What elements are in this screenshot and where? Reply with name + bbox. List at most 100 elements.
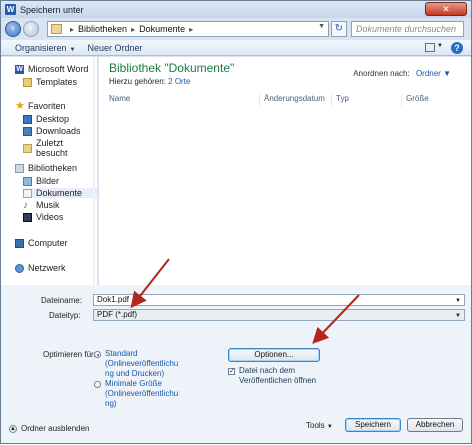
arrange-label: Anordnen nach: <box>353 69 410 78</box>
nav-item-desktop[interactable]: Desktop <box>23 114 69 124</box>
nav-item-computer[interactable]: Computer <box>15 238 68 248</box>
radio-minimum-size-label[interactable]: Minimale Größe (Onlineveröffentlichu ng) <box>105 379 178 409</box>
navigation-pane: W Microsoft Word Templates ★ Favoriten Des… <box>1 57 98 285</box>
organize-menu[interactable]: Organisieren ▼ <box>15 43 75 53</box>
chevron-right-icon[interactable]: ▸ <box>70 25 74 34</box>
breadcrumb-libraries[interactable]: Bibliotheken <box>78 24 127 34</box>
dialog-title: Speichern unter <box>20 4 84 15</box>
tools-menu[interactable]: Tools ▼ <box>306 421 333 430</box>
network-icon <box>15 263 24 273</box>
library-icon <box>15 163 24 173</box>
chevron-down-icon: ▼ <box>69 46 76 53</box>
nav-label: Dokumente <box>36 188 83 198</box>
save-form: Dateiname: Dok1.pdf ▼ Dateityp: PDF (*.p… <box>1 285 471 443</box>
nav-label: Netzwerk <box>28 263 66 273</box>
view-mode-icon[interactable] <box>425 43 435 52</box>
arrange-value: Ordner <box>415 69 441 78</box>
download-icon <box>23 126 32 136</box>
library-includes: Hierzu gehören: 2 Orte <box>109 77 190 86</box>
filetype-label: Dateityp: <box>49 311 81 320</box>
title-bar: W Speichern unter ✕ <box>1 1 471 18</box>
radio-standard-label[interactable]: Standard (Onlineveröffentlichu ng und Dr… <box>105 349 178 379</box>
documents-icon <box>23 188 32 198</box>
radio-standard-line: Standard <box>105 349 138 358</box>
command-bar: Organisieren ▼ Neuer Ordner ▼ ? <box>1 40 471 56</box>
tools-label: Tools <box>306 421 325 430</box>
nav-label: Templates <box>36 77 78 87</box>
open-after-publish-checkbox[interactable]: ✓ <box>228 368 235 375</box>
breadcrumb-documents[interactable]: Dokumente <box>139 24 185 34</box>
save-as-dialog: W Speichern unter ✕ ‹ › ▸ Bibliotheken ▸… <box>0 0 472 444</box>
optimize-label: Optimieren für: <box>43 350 96 359</box>
nav-label: Bilder <box>36 176 60 186</box>
chevron-right-icon[interactable]: ▸ <box>131 25 135 34</box>
nav-item-music[interactable]: ♪ Musik <box>23 200 60 210</box>
desktop-icon <box>23 114 32 124</box>
radio-min-line: ng) <box>105 399 117 408</box>
chevron-right-icon[interactable]: ▸ <box>189 25 193 34</box>
open-after-line: Datei nach dem <box>239 366 296 375</box>
save-button[interactable]: Speichern <box>345 418 401 432</box>
includes-label: Hierzu gehören: <box>109 77 166 86</box>
address-dropdown-icon[interactable]: ▼ <box>318 23 325 30</box>
nav-label: Videos <box>36 212 64 222</box>
chevron-down-icon: ▼ <box>443 69 451 78</box>
word-icon: W <box>15 64 24 74</box>
recent-places-icon <box>23 143 32 153</box>
nav-item-libraries[interactable]: Bibliotheken <box>15 163 77 173</box>
nav-label: Bibliotheken <box>28 163 78 173</box>
library-icon <box>51 24 62 34</box>
filetype-select[interactable]: PDF (*.pdf) ▼ <box>93 309 465 321</box>
hide-folders-label: Ordner ausblenden <box>21 424 90 433</box>
word-app-icon: W <box>5 4 16 15</box>
nav-item-templates[interactable]: Templates <box>23 77 77 87</box>
address-bar[interactable]: ▸ Bibliotheken ▸ Dokumente ▸ ▼ <box>47 21 329 37</box>
filename-value: Dok1.pdf <box>97 295 130 304</box>
address-row: ‹ › ▸ Bibliotheken ▸ Dokumente ▸ ▼ ↻ Dok… <box>1 19 471 39</box>
music-icon: ♪ <box>23 199 28 211</box>
hide-folders-button[interactable]: ▲ Ordner ausblenden <box>9 424 90 433</box>
chevron-up-icon: ▲ <box>9 424 17 433</box>
search-input[interactable]: Dokumente durchsuchen <box>351 21 464 37</box>
close-button[interactable]: ✕ <box>425 2 467 16</box>
nav-label: Zuletzt besucht <box>36 138 68 158</box>
filename-input[interactable]: Dok1.pdf ▼ <box>93 294 465 306</box>
new-folder-button[interactable]: Neuer Ordner <box>87 43 142 53</box>
arrange-by: Anordnen nach: Ordner ▼ <box>353 69 451 78</box>
nav-item-recent[interactable]: Zuletzt besucht <box>23 138 97 158</box>
nav-scrollbar[interactable] <box>93 57 95 285</box>
nav-item-microsoft-word[interactable]: W Microsoft Word <box>15 64 88 74</box>
column-header-type[interactable]: Typ <box>331 94 401 106</box>
open-after-publish-label[interactable]: Datei nach dem Veröffentlichen öffnen <box>239 366 316 386</box>
nav-item-network[interactable]: Netzwerk <box>15 263 66 273</box>
back-button[interactable]: ‹ <box>5 21 21 37</box>
nav-label: Desktop <box>36 114 70 124</box>
nav-item-downloads[interactable]: Downloads <box>23 126 81 136</box>
nav-item-videos[interactable]: Videos <box>23 212 63 222</box>
nav-item-pictures[interactable]: Bilder <box>23 176 59 186</box>
forward-button[interactable]: › <box>23 21 39 37</box>
nav-item-documents[interactable]: Dokumente <box>23 188 97 198</box>
includes-locations-link[interactable]: 2 Orte <box>168 77 190 86</box>
chevron-down-icon[interactable]: ▼ <box>437 43 443 49</box>
nav-label: Microsoft Word <box>28 64 89 74</box>
organize-label: Organisieren <box>15 42 67 53</box>
radio-min-line: (Onlineveröffentlichu <box>105 389 179 398</box>
arrange-dropdown[interactable]: Ordner ▼ <box>416 69 451 78</box>
options-button[interactable]: Optionen... <box>228 348 320 362</box>
column-header-date[interactable]: Änderungsdatum <box>259 94 331 106</box>
chevron-down-icon: ▼ <box>455 313 461 319</box>
column-header-name[interactable]: Name <box>105 94 255 106</box>
help-icon[interactable]: ? <box>451 42 463 54</box>
filetype-value: PDF (*.pdf) <box>97 310 138 319</box>
refresh-button[interactable]: ↻ <box>331 21 347 37</box>
filename-label: Dateiname: <box>41 296 82 305</box>
radio-minimum-size[interactable] <box>94 381 101 388</box>
radio-standard[interactable] <box>94 351 101 358</box>
nav-label: Downloads <box>36 126 81 136</box>
nav-item-favorites[interactable]: ★ Favoriten <box>15 100 66 111</box>
cancel-button[interactable]: Abbrechen <box>407 418 463 432</box>
column-header-size[interactable]: Größe <box>401 94 467 106</box>
radio-standard-line: (Onlineveröffentlichu <box>105 359 179 368</box>
chevron-down-icon[interactable]: ▼ <box>455 296 461 306</box>
